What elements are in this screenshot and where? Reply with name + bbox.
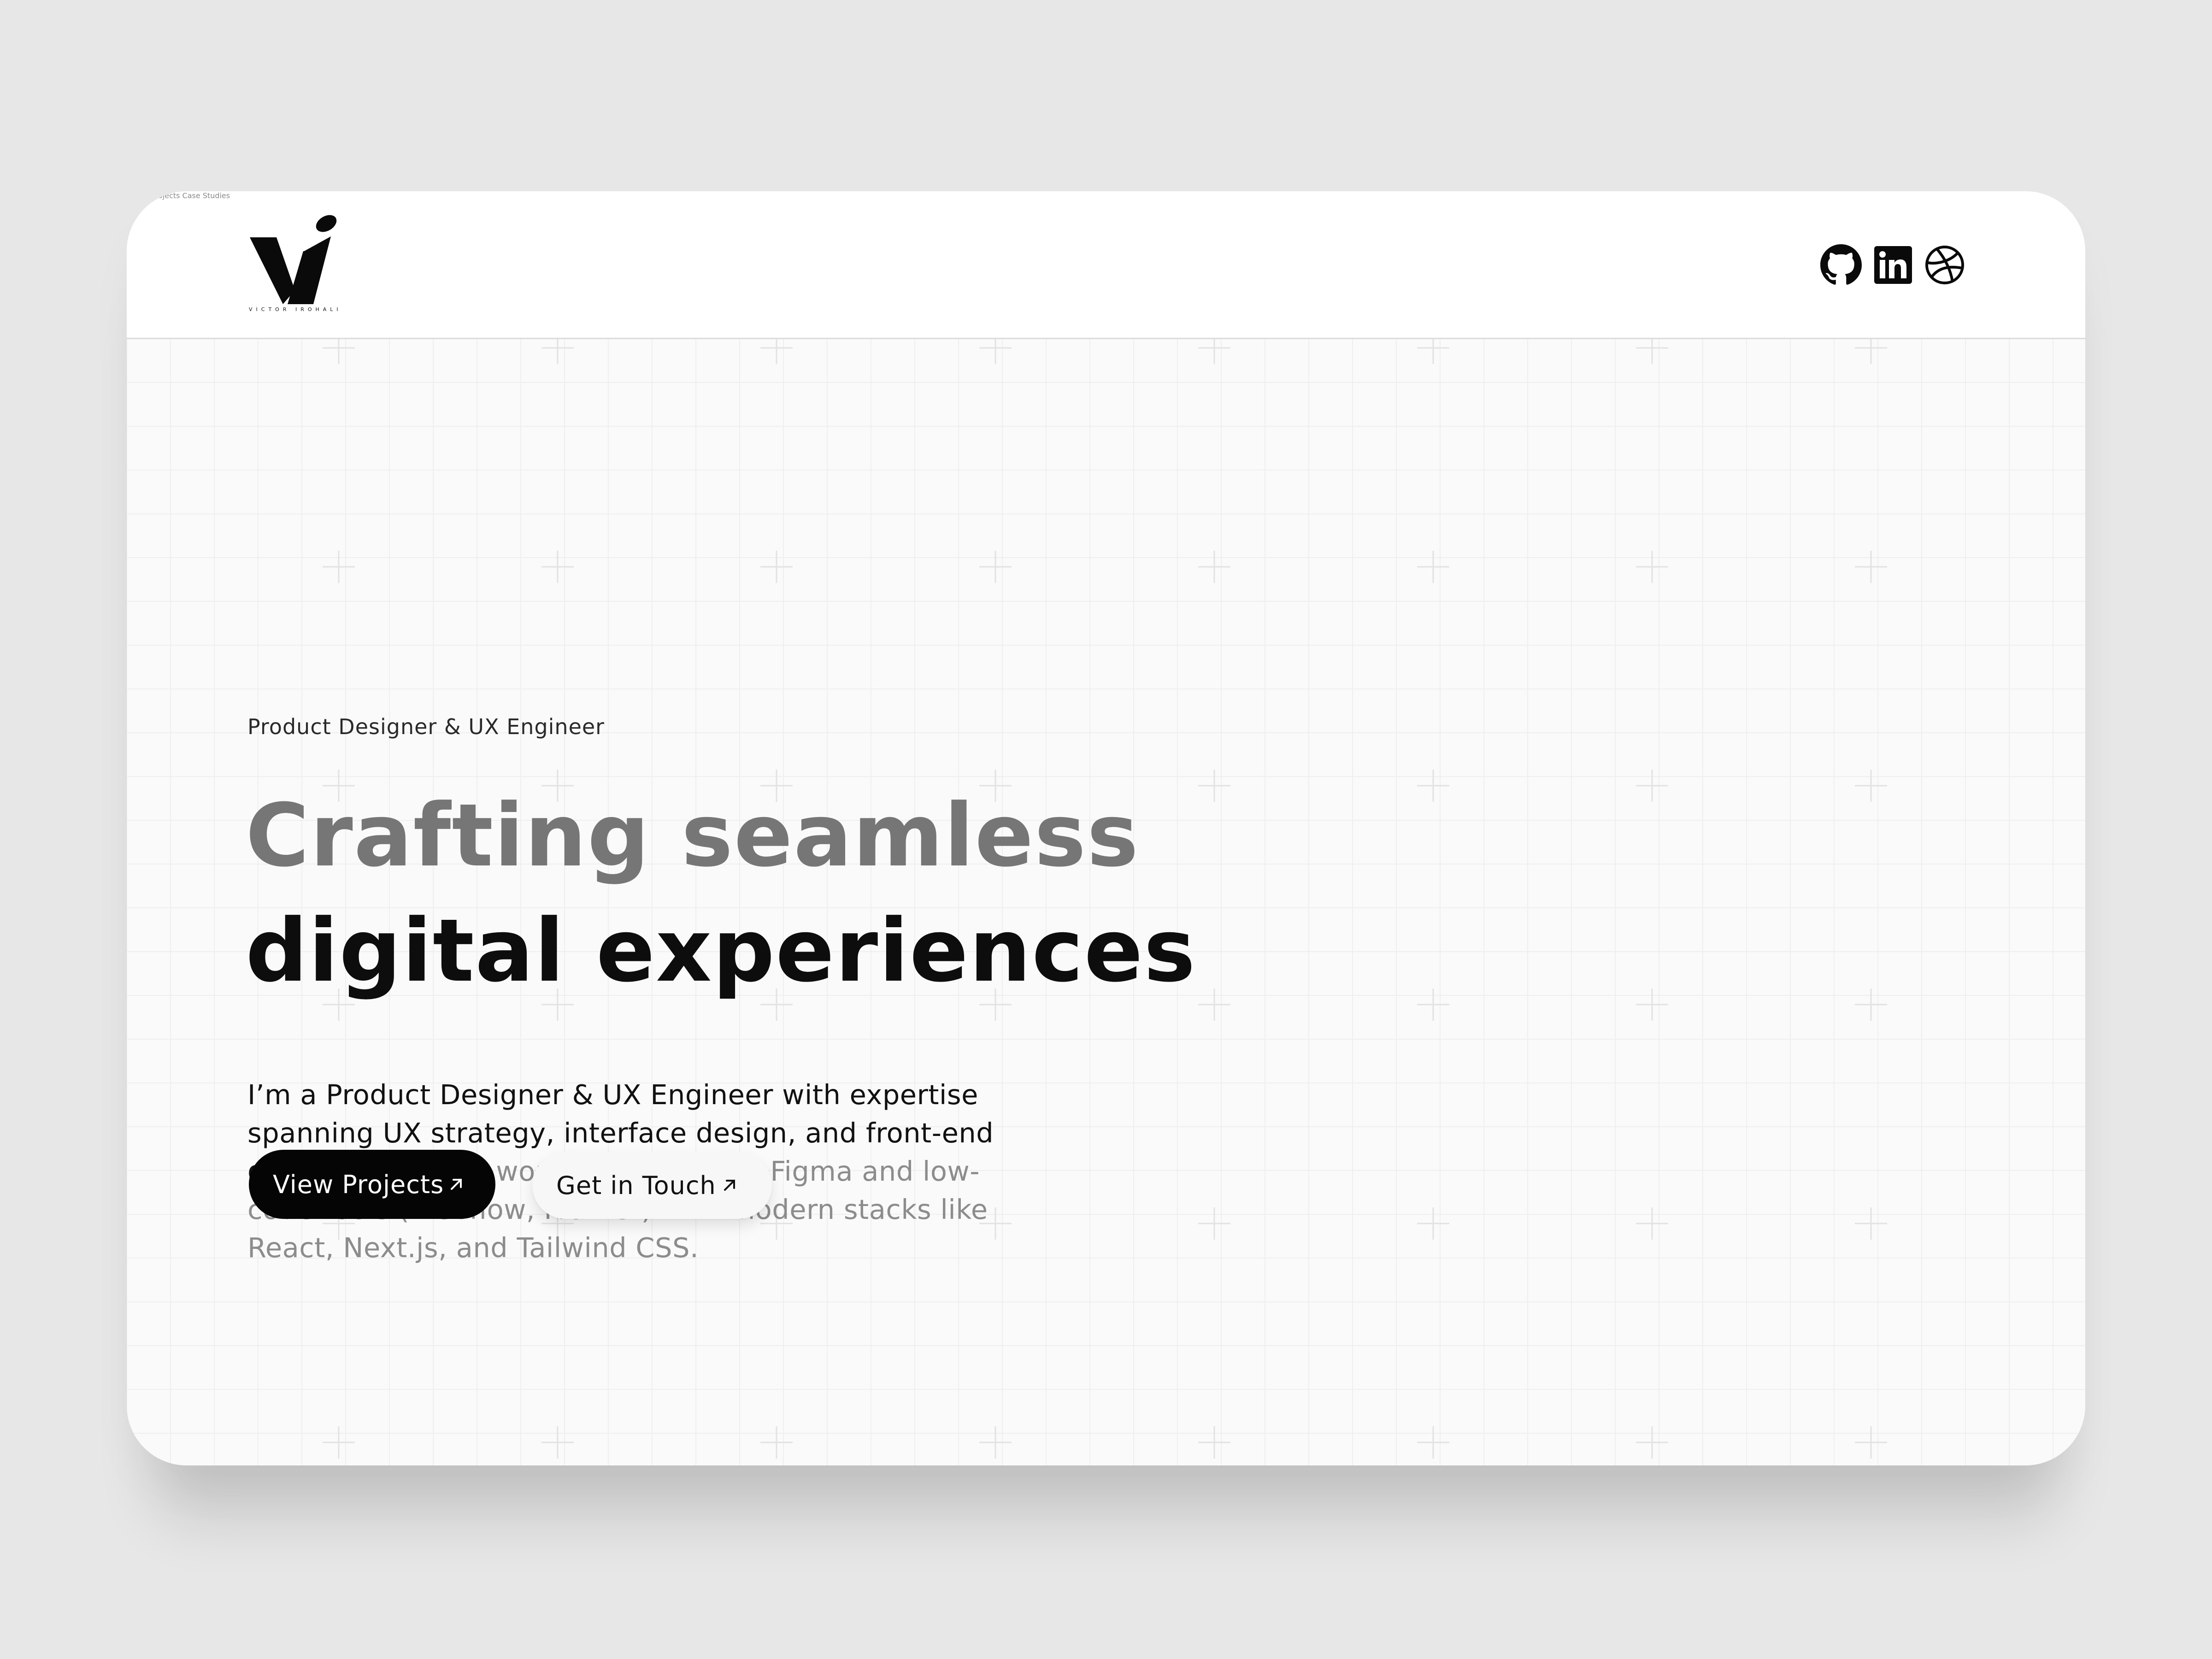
site-header: VICTOR IROHALI Home Projects Case Studie…	[127, 191, 2085, 339]
linkedin-icon[interactable]	[1872, 244, 1914, 286]
dribbble-icon[interactable]	[1924, 244, 1965, 286]
logo-mark-icon	[250, 215, 337, 304]
logo-caption: VICTOR IROHALI	[249, 306, 342, 312]
arrow-up-right-icon	[451, 1179, 462, 1190]
nav-link-home[interactable]: Home	[127, 191, 148, 200]
nav-link-projects[interactable]: Projects	[151, 191, 180, 200]
nav-link-case-studies[interactable]: Case Studies	[182, 191, 230, 200]
hero-headline-line2: digital experiences	[246, 900, 1196, 1001]
hero-headline-line1: Crafting seamless	[246, 785, 1140, 886]
hero-eyebrow: Product Designer & UX Engineer	[247, 714, 605, 739]
portfolio-window: VICTOR IROHALI Home Projects Case Studie…	[127, 191, 2085, 1465]
view-projects-button[interactable]: View Projects	[249, 1150, 495, 1219]
arrow-up-right-icon	[724, 1180, 735, 1191]
get-in-touch-button[interactable]: Get in Touch	[532, 1152, 772, 1219]
logo[interactable]: VICTOR IROHALI	[249, 214, 341, 320]
main-nav: Home Projects Case Studies	[127, 191, 2085, 200]
get-in-touch-label: Get in Touch	[556, 1171, 716, 1200]
github-icon[interactable]	[1820, 244, 1862, 286]
view-projects-label: View Projects	[273, 1170, 444, 1199]
